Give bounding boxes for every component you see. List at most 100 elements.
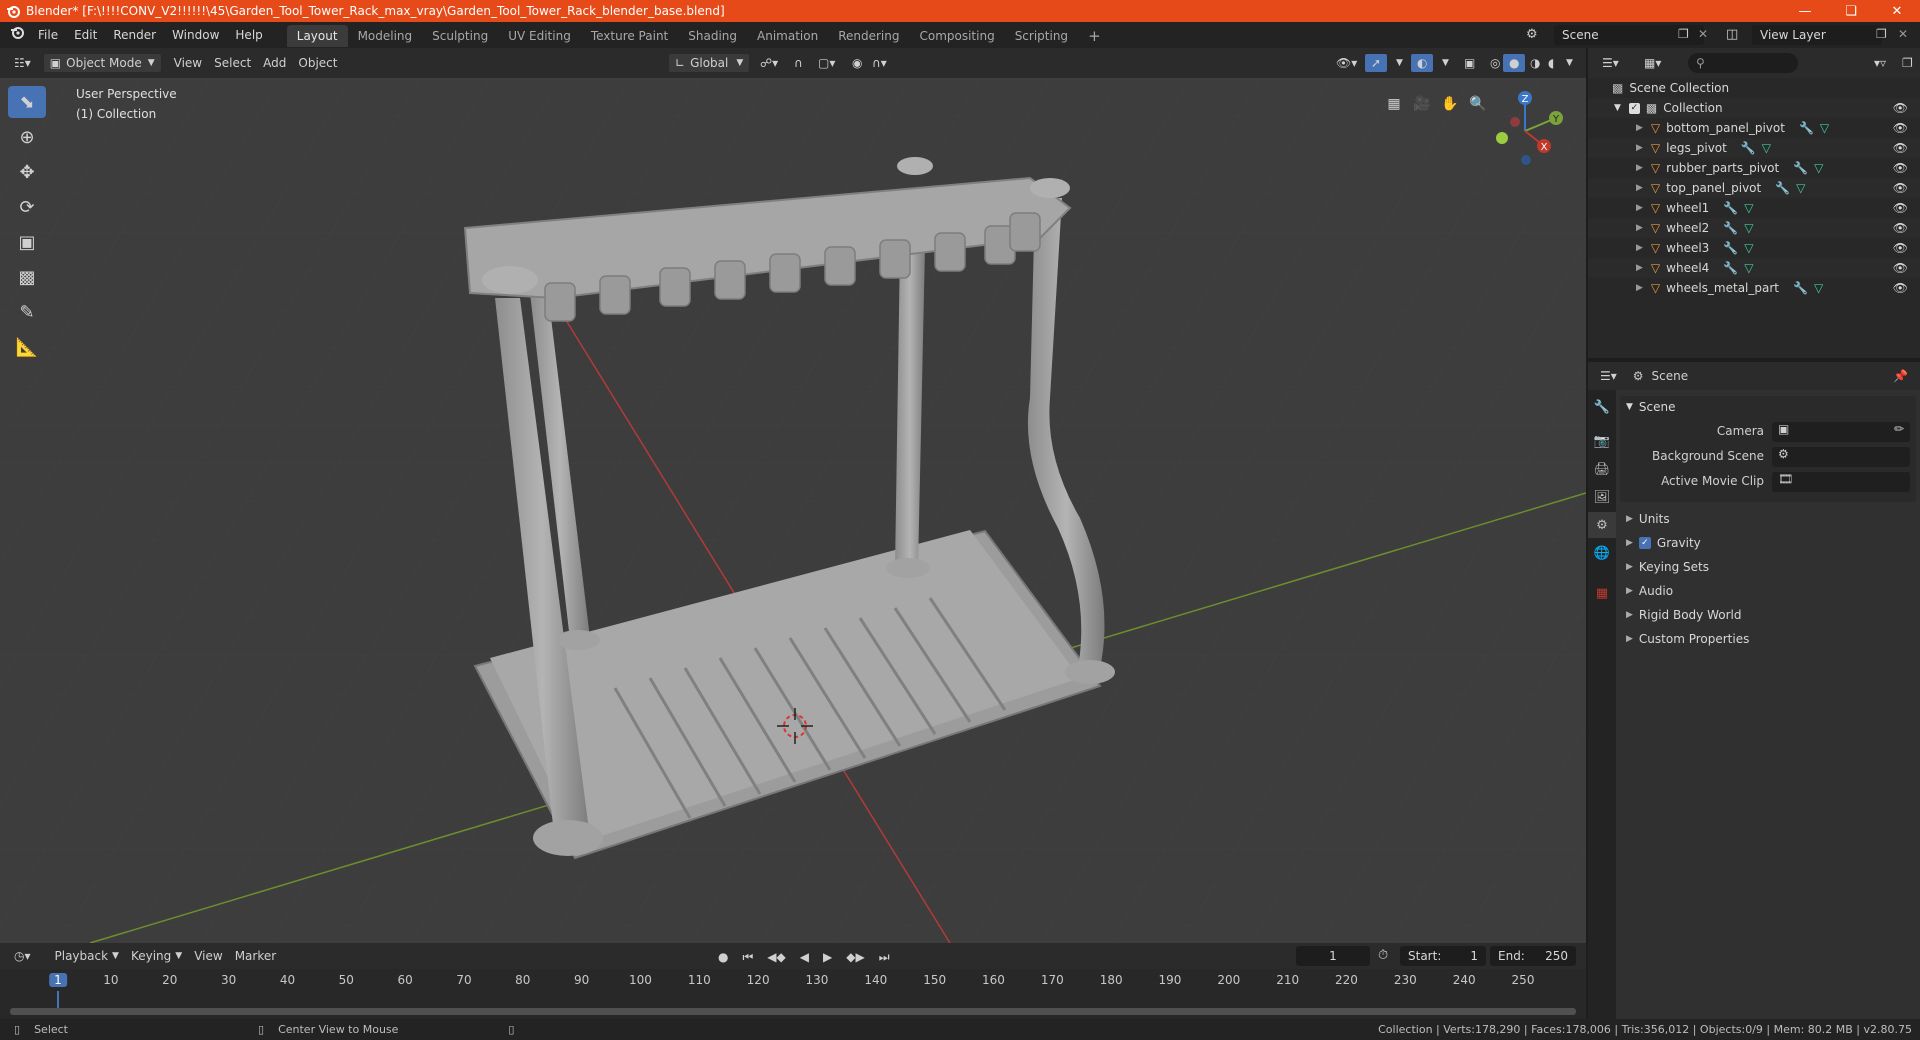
mesh-data-icon[interactable]: ▽ [1814, 161, 1823, 175]
camera-view-icon[interactable]: 🎥 [1408, 90, 1436, 118]
annotate-tool-icon[interactable]: ✎ [8, 296, 46, 328]
expand-arrow-icon[interactable]: ▶ [1636, 183, 1643, 193]
properties-editor-type-icon[interactable]: ☰▾ [1594, 366, 1623, 386]
expand-arrow-icon[interactable]: ▶ [1636, 203, 1643, 213]
overlay-toggle-icon[interactable]: ◐ [1410, 53, 1435, 73]
modifier-wrench-icon[interactable]: 🔧 [1775, 181, 1790, 195]
visibility-eye-icon[interactable]: 👁 [1893, 281, 1908, 295]
visibility-icon[interactable]: 👁▾ [1330, 53, 1363, 73]
snap-target-icon[interactable]: ▢▾ [812, 53, 841, 73]
expand-arrow-icon[interactable]: ▶ [1636, 143, 1643, 153]
mesh-data-icon[interactable]: ▽ [1744, 261, 1753, 275]
menu-playback[interactable]: Playback ▼ [49, 946, 125, 966]
tab-uv-editing[interactable]: UV Editing [498, 25, 581, 47]
properties-subsection-header[interactable]: ▶ Rigid Body World [1620, 604, 1916, 626]
outliner-editor-type-icon[interactable]: ☰▾ [1596, 53, 1625, 73]
mesh-data-icon[interactable]: ▽ [1796, 181, 1805, 195]
tab-scripting[interactable]: Scripting [1005, 25, 1078, 47]
outliner-row-object[interactable]: ▶ ▽ top_panel_pivot 🔧 ▽ 👁 [1588, 178, 1920, 198]
expand-arrow-icon[interactable]: ▶ [1636, 123, 1643, 133]
delete-scene-icon[interactable]: ✕ [1698, 27, 1708, 41]
play-icon[interactable]: ▶ [817, 947, 838, 967]
outliner-row-scene-collection[interactable]: ▩ Scene Collection [1588, 78, 1920, 98]
output-properties-tab-icon[interactable]: 🖨 [1588, 456, 1616, 482]
view-layer-properties-tab-icon[interactable]: 🖼 [1588, 484, 1616, 510]
modifier-wrench-icon[interactable]: 🔧 [1723, 221, 1738, 235]
gizmo-toggle-icon[interactable]: ➚ [1364, 53, 1389, 73]
gizmo-dropdown-icon[interactable]: ▼ [1390, 53, 1409, 73]
minimize-button[interactable]: — [1782, 0, 1828, 22]
mesh-data-icon[interactable]: ▽ [1744, 221, 1753, 235]
visibility-eye-icon[interactable]: 👁 [1893, 141, 1908, 155]
modifier-wrench-icon[interactable]: 🔧 [1793, 281, 1808, 295]
3d-viewport[interactable]: ⬊ ⊕ ✥ ⟳ ▣ ▩ ✎ 📐 User Perspective (1) Col… [0, 78, 1586, 943]
falloff-icon[interactable]: ∩▾ [866, 53, 893, 73]
gravity-checkbox[interactable]: ✓ [1638, 537, 1651, 549]
expand-arrow-icon[interactable]: ▶ [1636, 263, 1643, 273]
xray-icon[interactable]: ▣ [1458, 53, 1481, 73]
tab-animation[interactable]: Animation [747, 25, 828, 47]
move-tool-icon[interactable]: ✥ [8, 156, 46, 188]
shading-dropdown-icon[interactable]: ▼ [1560, 53, 1579, 73]
visibility-eye-icon[interactable]: 👁 [1893, 221, 1908, 235]
outliner-row-object[interactable]: ▶ ▽ rubber_parts_pivot 🔧 ▽ 👁 [1588, 158, 1920, 178]
menu-marker[interactable]: Marker [229, 946, 282, 966]
mesh-data-icon[interactable]: ▽ [1744, 241, 1753, 255]
new-collection-icon[interactable]: ❐ [1896, 53, 1919, 73]
snap-icon[interactable]: ∩ [788, 53, 809, 73]
menu-help[interactable]: Help [227, 22, 270, 48]
rendered-shading-icon[interactable]: ◖ [1542, 53, 1560, 73]
expand-arrow-icon[interactable]: ▶ [1636, 283, 1643, 293]
modifier-wrench-icon[interactable]: 🔧 [1741, 141, 1756, 155]
outliner-row-object[interactable]: ▶ ▽ wheel4 🔧 ▽ 👁 [1588, 258, 1920, 278]
tab-rendering[interactable]: Rendering [828, 25, 909, 47]
properties-subsection-header[interactable]: ▶ Units [1620, 508, 1916, 530]
modifier-wrench-icon[interactable]: 🔧 [1723, 261, 1738, 275]
measure-tool-icon[interactable]: 📐 [8, 331, 46, 363]
tab-sculpting[interactable]: Sculpting [422, 25, 498, 47]
menu-edit[interactable]: Edit [66, 22, 105, 48]
solid-shading-icon[interactable]: ● [1502, 53, 1527, 73]
transform-tool-icon[interactable]: ▩ [8, 261, 46, 293]
visibility-eye-icon[interactable]: 👁 [1893, 121, 1908, 135]
render-properties-tab-icon[interactable]: 📷 [1588, 428, 1616, 454]
pan-view-icon[interactable]: ✋ [1436, 90, 1464, 118]
filter-icon[interactable]: ▾▿ [1868, 53, 1892, 73]
new-scene-icon[interactable]: ❐ [1678, 27, 1689, 41]
outliner-row-collection[interactable]: ▼ ✓ ▩ Collection 👁 [1588, 98, 1920, 118]
world-properties-tab-icon[interactable]: 🌐 [1588, 540, 1616, 566]
visibility-eye-icon[interactable]: 👁 [1893, 241, 1908, 255]
visibility-eye-icon[interactable]: 👁 [1893, 101, 1908, 115]
camera-field[interactable]: ▣ ✏ [1772, 422, 1910, 442]
tab-modeling[interactable]: Modeling [348, 25, 423, 47]
outliner-row-object[interactable]: ▶ ▽ legs_pivot 🔧 ▽ 👁 [1588, 138, 1920, 158]
tool-properties-tab-icon[interactable]: 🔧 [1588, 394, 1616, 420]
properties-subsection-header[interactable]: ▶ Keying Sets [1620, 556, 1916, 578]
mode-selector[interactable]: ▣ Object Mode ▼ [42, 53, 162, 73]
delete-view-layer-icon[interactable]: ✕ [1898, 27, 1908, 41]
view-layer-selector[interactable]: View Layer [1752, 25, 1882, 45]
eyedropper-icon[interactable]: ✏ [1894, 422, 1904, 436]
tab-compositing[interactable]: Compositing [909, 25, 1004, 47]
timeline[interactable]: 1 10 20 30 40 50 60 70 80 90 100 110 120 130 140 150 160… [0, 969, 1586, 1019]
mesh-data-icon[interactable]: ▽ [1820, 121, 1829, 135]
collection-checkbox[interactable]: ✓ [1628, 102, 1640, 114]
timeline-scrollbar[interactable] [10, 1008, 1576, 1015]
outliner-search-input[interactable]: ⚲ [1688, 53, 1798, 73]
toggle-grid-view-icon[interactable]: ▦ [1380, 90, 1408, 118]
menu-object[interactable]: Object [292, 53, 343, 73]
modifier-wrench-icon[interactable]: 🔧 [1723, 241, 1738, 255]
menu-add[interactable]: Add [257, 53, 292, 73]
visibility-eye-icon[interactable]: 👁 [1893, 201, 1908, 215]
maximize-button[interactable]: ❏ [1828, 0, 1874, 22]
properties-subsection-header[interactable]: ▶ ✓ Gravity [1620, 532, 1916, 554]
modifier-wrench-icon[interactable]: 🔧 [1793, 161, 1808, 175]
properties-subsection-header[interactable]: ▶ Audio [1620, 580, 1916, 602]
jump-end-icon[interactable]: ⏭ [873, 947, 896, 967]
pivot-point-icon[interactable]: ☍▾ [754, 53, 784, 73]
pin-icon[interactable]: 📌 [1893, 369, 1908, 383]
visibility-eye-icon[interactable]: 👁 [1893, 261, 1908, 275]
menu-view[interactable]: View [168, 53, 208, 73]
overlay-dropdown-icon[interactable]: ▼ [1436, 53, 1455, 73]
modifier-wrench-icon[interactable]: 🔧 [1723, 201, 1738, 215]
